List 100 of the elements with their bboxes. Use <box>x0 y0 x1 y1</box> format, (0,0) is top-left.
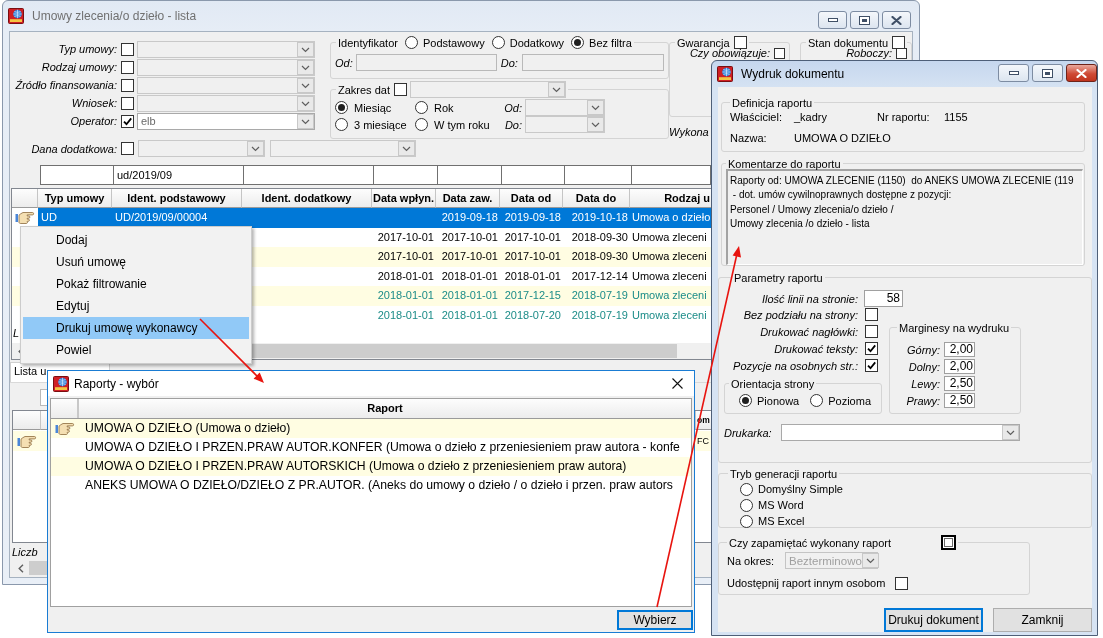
radio-button[interactable] <box>415 101 428 114</box>
menu-item[interactable]: Dodaj <box>23 229 249 251</box>
group-title: Czy zapamiętać wykonany raport <box>729 536 891 549</box>
table-cell-text: 2019-09-18 <box>440 210 499 225</box>
input-field[interactable]: 2,00 <box>944 359 975 374</box>
table-cell-text: 2018-07-19 <box>570 307 629 323</box>
radio-label[interactable]: Podstawowy <box>422 36 485 49</box>
annotation-arrow <box>199 318 264 383</box>
chevron-left-icon <box>17 563 24 573</box>
radio-label[interactable]: Domyślny Simple <box>758 483 843 495</box>
column-header[interactable]: Data od <box>500 189 563 208</box>
field-label: Wniosek: <box>70 97 118 109</box>
checkbox[interactable] <box>865 325 878 338</box>
field-label: Nr raportu: <box>877 111 931 124</box>
pointing-hand-icon <box>15 211 35 225</box>
table-cell-text: 2018-09-30 <box>570 249 629 264</box>
radio-button[interactable] <box>491 36 505 49</box>
radio-label[interactable]: Rok <box>430 101 498 114</box>
group-title: Parametry raportu <box>734 271 823 284</box>
input-field[interactable]: 2,50 <box>944 393 975 408</box>
radio-label[interactable]: Miesiąc <box>350 101 415 114</box>
column-header[interactable]: Ident. dodatkowy <box>242 189 372 208</box>
field-label: Roboczy: <box>846 48 892 59</box>
column-header[interactable]: Typ umowy <box>38 189 112 208</box>
list-item[interactable]: UMOWA O DZIEŁO I PRZEN.PRAW AUTOR.KONFER (Umowa o dzieło z przeniesieniem praw autora - konfe <box>85 438 680 457</box>
select-button[interactable]: Wybierz <box>617 609 693 630</box>
radio-button[interactable] <box>335 118 348 131</box>
checkbox[interactable] <box>895 576 909 590</box>
input-field[interactable] <box>355 54 497 71</box>
checkbox[interactable] <box>941 535 956 550</box>
window-title: Raporty - wybór <box>74 376 159 391</box>
radio-button[interactable] <box>740 482 753 496</box>
table-cell-text: 2017-10-01 <box>376 249 435 264</box>
radio-label[interactable]: Dodatkowy <box>509 36 565 49</box>
group-title: Komentarze do raportu <box>728 157 841 170</box>
chevron-down-icon <box>861 553 879 568</box>
radio-label[interactable]: Pionowa <box>757 394 800 407</box>
radio-button[interactable] <box>571 36 585 49</box>
radio-button[interactable] <box>404 36 418 49</box>
field-label: Do: <box>503 118 522 131</box>
radio-label[interactable]: 3 miesiące <box>350 118 415 131</box>
radio-button[interactable] <box>740 498 753 512</box>
field-label: Źródło finansowania: <box>14 79 118 91</box>
minimize-button[interactable] <box>998 64 1029 82</box>
input-field[interactable] <box>521 54 664 71</box>
field-label: Operator: <box>69 115 118 127</box>
field-label: Drukować teksty: <box>773 342 858 355</box>
menu-item[interactable]: Powiel <box>23 339 249 361</box>
menu-item[interactable]: Pokaż filtrowanie <box>23 273 249 295</box>
chevron-down-icon <box>587 100 604 115</box>
input-field[interactable]: 2,50 <box>944 376 975 391</box>
close-button[interactable] <box>1066 64 1097 82</box>
column-header[interactable]: Data do <box>563 189 630 208</box>
checkbox[interactable] <box>733 36 747 49</box>
print-button[interactable]: Drukuj dokument <box>884 608 983 632</box>
group-title: Tryb generacji raportu <box>730 467 838 480</box>
radio-button[interactable] <box>415 118 428 131</box>
checkbox[interactable] <box>865 308 878 321</box>
checkbox[interactable] <box>896 48 907 59</box>
field-label: Wykona <box>669 126 709 138</box>
menu-item[interactable]: Edytuj <box>23 295 249 317</box>
list-item[interactable]: ANEKS UMOWA O DZIEŁO/DZIEŁO Z PR.AUTOR. (Aneks do umowy o dzieło / o dzieło i przen. praw autors <box>85 476 673 495</box>
chevron-down-icon <box>297 113 314 129</box>
radio-label[interactable]: MS Excel <box>758 515 805 527</box>
input-field[interactable]: 58 <box>864 290 903 307</box>
maximize-icon <box>1042 68 1053 78</box>
column-header[interactable]: Data wpłyn. <box>372 189 436 208</box>
menu-item[interactable]: Drukuj umowę wykonawcy <box>23 317 249 339</box>
table-cell-text: 2018-01-01 <box>376 268 435 284</box>
column-header[interactable]: Ident. podstawowy <box>112 189 242 208</box>
checkbox[interactable] <box>865 342 878 355</box>
row-selector[interactable] <box>12 208 38 228</box>
radio-label[interactable]: Pozioma <box>828 394 871 407</box>
column-header[interactable]: Rodzaj u <box>630 189 711 208</box>
column-header[interactable]: Data zaw. <box>436 189 500 208</box>
field-label: Bez podziału na strony: <box>742 308 858 321</box>
maximize-button[interactable] <box>1032 64 1063 82</box>
checkbox[interactable] <box>865 359 878 372</box>
radio-button[interactable] <box>739 394 752 407</box>
radio-button[interactable] <box>810 394 824 407</box>
chevron-down-icon <box>587 117 604 132</box>
close-button[interactable]: Zamknij <box>993 608 1092 632</box>
radio-button[interactable] <box>335 101 348 114</box>
field-label: Czy obowiązuje: <box>689 48 770 59</box>
radio-label[interactable]: W tym roku <box>430 118 498 131</box>
field-label: Pozycje na osobnych str.: <box>732 359 858 372</box>
comment-field[interactable]: Raporty od: UMOWA ZLECENIE (1150) do ANEKS UMOWA ZLECENIE (119 - dot. umów cywilnoprawnych dostępne z pozycji: Personel / Umowy zlecenia/o dzieło / Umowy zlecenia /o dzieło - lista <box>726 169 1083 265</box>
table-cell-text: Umowa zleceni <box>631 288 708 303</box>
radio-button[interactable] <box>740 514 753 528</box>
radio-label[interactable]: Bez filtra <box>589 36 632 49</box>
input-field[interactable]: 2,00 <box>944 342 975 357</box>
table-cell-text: Umowa zleceni <box>631 307 708 323</box>
checkbox[interactable] <box>393 83 407 96</box>
radio-label[interactable]: MS Word <box>758 499 804 511</box>
app-logo-icon <box>717 66 733 82</box>
window-title: Wydruk dokumentu <box>741 67 845 81</box>
menu-item[interactable]: Usuń umowę <box>23 251 249 273</box>
table-cell-text: 2018-09-30 <box>570 229 629 245</box>
table-cell-text: 2017-10-01 <box>440 249 499 264</box>
checkbox[interactable] <box>774 48 785 59</box>
